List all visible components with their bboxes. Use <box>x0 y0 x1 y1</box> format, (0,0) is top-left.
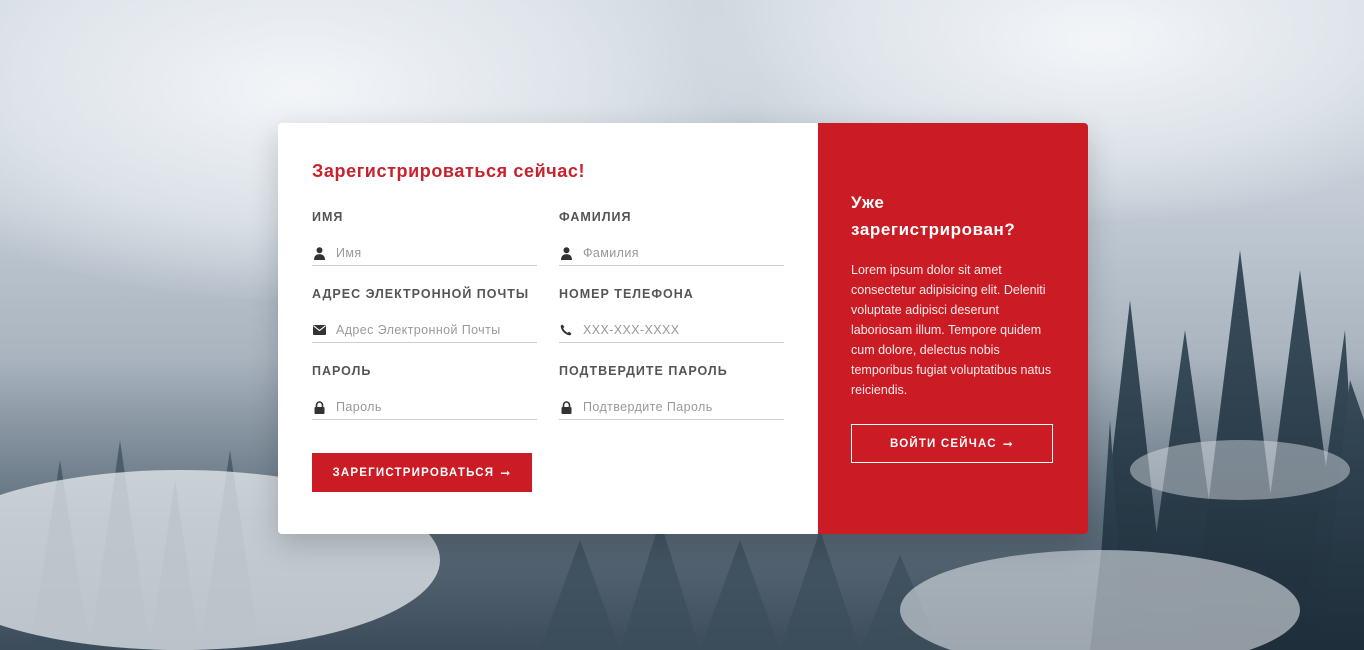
password-input-wrapper <box>312 395 537 420</box>
phone-label: Номер телефона <box>559 287 694 301</box>
confirm-password-input[interactable] <box>583 400 773 414</box>
login-now-button[interactable]: ВОЙТИ СЕЙЧАС ➞ <box>851 424 1053 463</box>
envelope-icon <box>312 323 326 337</box>
phone-group: Номер телефона <box>559 287 784 343</box>
arrow-right-icon: ➞ <box>500 465 512 480</box>
arrow-right-icon: ➞ <box>1002 436 1015 451</box>
login-panel-title: Уже зарегистрирован? <box>851 193 1016 239</box>
user-icon <box>312 246 326 260</box>
login-panel: Уже зарегистрирован? Lorem ipsum dolor s… <box>818 123 1088 534</box>
password-input[interactable] <box>336 400 526 414</box>
register-button-label: ЗАРЕГИСТРИРОВАТЬСЯ <box>332 466 495 479</box>
last-name-input[interactable] <box>583 246 773 260</box>
first-name-input-wrapper <box>312 241 537 266</box>
lock-icon <box>559 400 573 414</box>
form-grid: Имя Фамилия Адрес электрон <box>312 210 784 420</box>
confirm-password-label: Подтвердите пароль <box>559 364 728 378</box>
phone-input-wrapper <box>559 318 784 343</box>
phone-input[interactable] <box>583 323 773 337</box>
register-button[interactable]: ЗАРЕГИСТРИРОВАТЬСЯ ➞ <box>312 453 532 492</box>
first-name-group: Имя <box>312 210 537 266</box>
confirm-password-group: Подтвердите пароль <box>559 364 784 420</box>
last-name-label: Фамилия <box>559 210 632 224</box>
first-name-label: Имя <box>312 210 344 224</box>
email-input-wrapper <box>312 318 537 343</box>
login-button-label: ВОЙТИ СЕЙЧАС <box>889 437 997 450</box>
user-icon <box>559 246 573 260</box>
email-label: Адрес электронной почты <box>312 287 530 301</box>
registration-form-panel: Зарегистрироваться сейчас! Имя Фамилия <box>278 123 818 534</box>
confirm-password-input-wrapper <box>559 395 784 420</box>
login-panel-description: Lorem ipsum dolor sit amet consectetur a… <box>851 263 1052 397</box>
last-name-group: Фамилия <box>559 210 784 266</box>
email-input[interactable] <box>336 323 526 337</box>
registration-card: Зарегистрироваться сейчас! Имя Фамилия <box>278 123 1088 534</box>
phone-icon <box>559 323 573 337</box>
email-group: Адрес электронной почты <box>312 287 537 343</box>
last-name-input-wrapper <box>559 241 784 266</box>
first-name-input[interactable] <box>336 246 526 260</box>
form-title: Зарегистрироваться сейчас! <box>312 161 586 181</box>
password-group: Пароль <box>312 364 537 420</box>
password-label: Пароль <box>312 364 372 378</box>
lock-icon <box>312 400 326 414</box>
